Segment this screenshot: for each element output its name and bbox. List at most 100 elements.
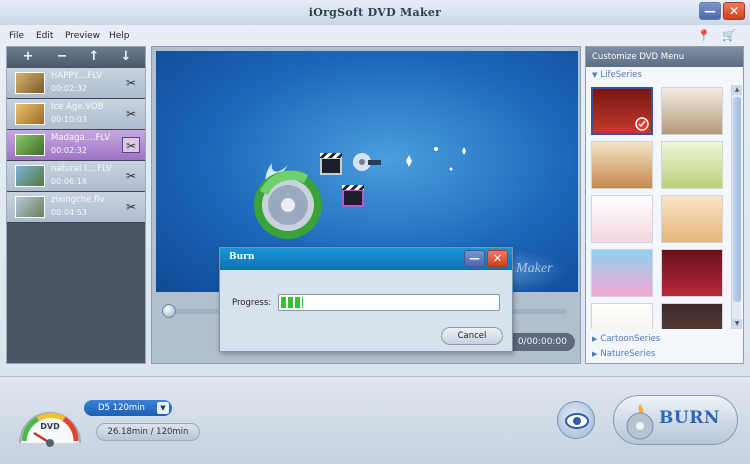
file-duration: 00:02:32 — [51, 84, 87, 93]
menu-template-living-room[interactable] — [661, 87, 723, 135]
menu-scrollbar[interactable]: ▲ ▼ — [731, 85, 742, 329]
capacity-readout: 26.18min / 120min — [96, 423, 200, 441]
scissors-icon[interactable]: ✂ — [122, 168, 140, 184]
menu-template-cartoon[interactable] — [591, 249, 653, 297]
window-title: iOrgSoft DVD Maker — [308, 6, 442, 19]
file-name: HAPPY....FLV — [51, 71, 103, 81]
series-cartoonseries[interactable]: ▶ CartoonSeries — [592, 334, 660, 344]
close-icon: ✕ — [728, 4, 740, 18]
file-row[interactable]: Madaga....FLV 00:02:32 ✂ — [7, 130, 145, 161]
menu-template-bear[interactable] — [661, 195, 723, 243]
menu-template-dark[interactable] — [661, 303, 723, 329]
close-icon: ✕ — [492, 252, 503, 265]
burn-label: BURN — [659, 408, 720, 428]
dvd-menu-header: Customize DVD Menu — [586, 47, 743, 67]
timecode-display: 0/00:00:00 — [505, 333, 575, 351]
dvd-disc-icon — [254, 163, 322, 239]
close-button[interactable]: ✕ — [723, 2, 745, 20]
collapsed-arrow-icon: ▶ — [592, 350, 598, 358]
cart-icon[interactable]: 🛒 — [722, 29, 736, 42]
burn-dialog: Burn — ✕ Progress: Cancel — [219, 247, 513, 352]
menu-template-white[interactable] — [591, 303, 653, 329]
disc-type-select[interactable]: D5 120min ▼ — [84, 400, 172, 416]
video-thumbnail — [15, 165, 45, 187]
file-name: Madaga....FLV — [51, 133, 111, 143]
scissors-icon[interactable]: ✂ — [122, 199, 140, 215]
progress-fill — [281, 297, 303, 308]
menu-template-theater[interactable] — [591, 87, 653, 135]
sparkle-icon — [406, 147, 466, 171]
menu-template-grid — [589, 85, 729, 329]
expanded-arrow-icon: ▼ — [592, 71, 598, 79]
preview-button[interactable] — [557, 401, 595, 439]
burn-disc-icon — [626, 404, 654, 440]
pin-icon[interactable]: 📍 — [697, 29, 711, 42]
minimize-icon: — — [704, 4, 716, 18]
video-thumbnail — [15, 196, 45, 218]
file-duration: 00:10:03 — [51, 115, 87, 124]
app-window: iOrgSoft DVD Maker — ✕ File Edit Preview… — [0, 0, 750, 464]
file-name: zixingche.flv — [51, 195, 105, 205]
minimize-icon: — — [469, 252, 480, 265]
video-thumbnail — [15, 72, 45, 94]
title-bar: iOrgSoft DVD Maker — ✕ — [0, 0, 750, 25]
menu-preview[interactable]: Preview — [65, 27, 100, 45]
checkmark-icon — [635, 117, 649, 131]
dialog-title: Burn — [229, 252, 255, 262]
bottom-bar: DVD D5 120min ▼ 26.18min / 120min BURN — [0, 376, 750, 464]
scissors-icon[interactable]: ✂ — [122, 106, 140, 122]
menu-file[interactable]: File — [9, 27, 24, 45]
clapper-icon — [320, 153, 342, 175]
menu-bar: File Edit Preview Help 📍 🛒 — [0, 27, 750, 45]
scroll-up-icon[interactable]: ▲ — [732, 85, 742, 95]
file-duration: 00:02:32 — [51, 146, 87, 155]
file-row[interactable]: Ice Age.VOB 00:10:03 ✂ — [7, 99, 145, 130]
burn-progress-bar — [278, 294, 500, 311]
dvd-menu-panel: Customize DVD Menu ▼ LifeSeries ▲ ▼ ▶ Cart… — [585, 46, 744, 364]
add-icon[interactable]: + — [17, 48, 39, 66]
dialog-close-button[interactable]: ✕ — [487, 250, 508, 267]
menu-help[interactable]: Help — [109, 27, 130, 45]
film-reel-icon — [353, 153, 381, 171]
file-row[interactable]: HAPPY....FLV 00:02:32 ✂ — [7, 68, 145, 99]
series-natureseries[interactable]: ▶ NatureSeries — [592, 349, 655, 359]
menu-template-sofa[interactable] — [591, 141, 653, 189]
chevron-down-icon: ▼ — [157, 402, 169, 414]
file-name: Ice Age.VOB — [51, 102, 104, 112]
dialog-title-bar: Burn — ✕ — [220, 248, 512, 270]
burn-button[interactable]: BURN — [613, 395, 738, 445]
scissors-icon[interactable]: ✂ — [122, 137, 140, 153]
file-list-panel: + − ↑ ↓ HAPPY....FLV 00:02:32 ✂ Ice Age.… — [6, 46, 146, 364]
file-duration: 00:06:18 — [51, 177, 87, 186]
file-name: natural l....FLV — [51, 164, 112, 174]
scroll-thumb[interactable] — [733, 97, 741, 302]
series-lifeseries[interactable]: ▼ LifeSeries — [592, 70, 642, 80]
menu-template-pink-frames[interactable] — [591, 195, 653, 243]
capacity-gauge: DVD — [19, 412, 81, 447]
preview-watermark: Maker — [516, 261, 553, 276]
video-thumbnail — [15, 103, 45, 125]
minimize-button[interactable]: — — [699, 2, 721, 20]
file-duration: 00:04:53 — [51, 208, 87, 217]
video-thumbnail — [15, 134, 45, 156]
file-toolbar: + − ↑ ↓ — [7, 47, 145, 67]
gauge-label: DVD — [40, 422, 60, 431]
menu-template-frames[interactable] — [661, 141, 723, 189]
scissors-icon[interactable]: ✂ — [122, 75, 140, 91]
dialog-minimize-button[interactable]: — — [464, 250, 485, 267]
menu-edit[interactable]: Edit — [36, 27, 53, 45]
move-down-icon[interactable]: ↓ — [115, 48, 137, 66]
remove-icon[interactable]: − — [51, 48, 73, 66]
file-row[interactable]: natural l....FLV 00:06:18 ✂ — [7, 161, 145, 192]
move-up-icon[interactable]: ↑ — [83, 48, 105, 66]
scroll-down-icon[interactable]: ▼ — [732, 319, 742, 329]
menu-template-hearts[interactable] — [661, 249, 723, 297]
timeline-slider-knob[interactable] — [162, 304, 176, 318]
eye-icon — [565, 413, 589, 429]
cancel-button[interactable]: Cancel — [441, 327, 503, 345]
progress-label: Progress: — [232, 298, 272, 308]
file-row[interactable]: zixingche.flv 00:04:53 ✂ — [7, 192, 145, 223]
series-label: CartoonSeries — [600, 334, 661, 344]
series-label: LifeSeries — [600, 70, 642, 80]
disc-type-value: D5 120min — [98, 403, 145, 413]
